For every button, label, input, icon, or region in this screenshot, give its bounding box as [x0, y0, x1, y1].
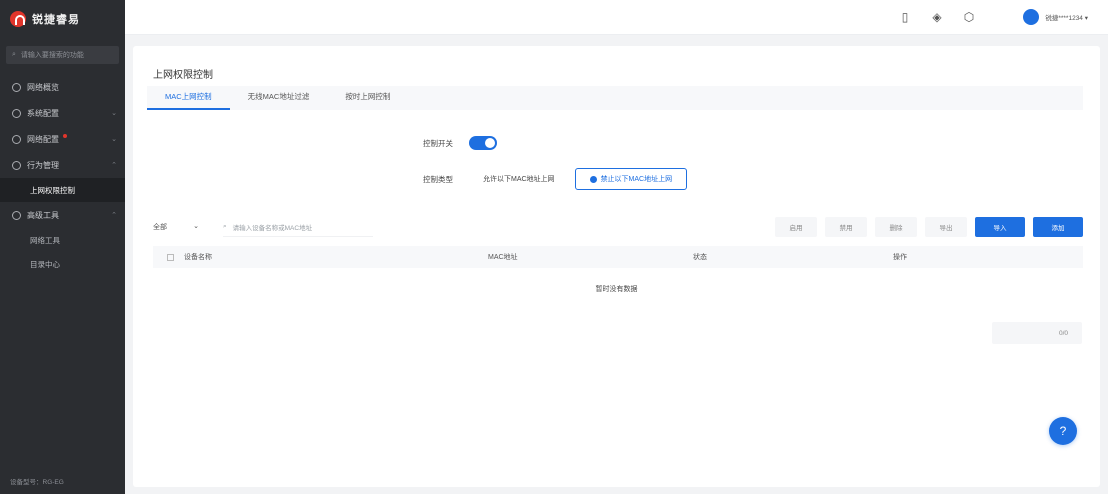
control-switch-toggle[interactable] [469, 136, 497, 150]
sidebar-subitem-directory[interactable]: 目录中心 [0, 252, 125, 276]
radio-selected-icon [589, 175, 597, 183]
sidebar-item-overview[interactable]: 网络概览 [0, 74, 125, 100]
user-menu[interactable]: 锐捷****1234 ▾ [1023, 9, 1088, 25]
topbar: ▯ ◈ ⬡ 锐捷****1234 ▾ [125, 0, 1108, 35]
empty-state-text: 暂时没有数据 [595, 286, 638, 293]
import-button[interactable]: 导入 [975, 217, 1025, 237]
sidebar-item-system[interactable]: 系统配置 ⌄ [0, 100, 125, 126]
brand-name: 锐捷睿易 [32, 14, 80, 26]
network-icon [12, 134, 21, 144]
search-icon: ⌕ [223, 222, 227, 230]
switch-row: 控制开关 [403, 136, 497, 150]
delete-button[interactable]: 删除 [875, 217, 917, 237]
filter-select[interactable]: 全部 ⌄ [153, 222, 203, 232]
sidebar-subitem-network-tools[interactable]: 网络工具 [0, 228, 125, 252]
select-all-checkbox[interactable] [167, 253, 174, 261]
switch-label: 控制开关 [423, 138, 453, 148]
filter-select-value: 全部 [153, 224, 167, 231]
sidebar-item-label: 网络配置 [27, 134, 59, 144]
sidebar: 锐捷睿易 ⌕ 请输入要搜索的功能 网络概览 系统配置 ⌄ 网络配置 ⌄ 行为管理… [0, 0, 125, 494]
avatar [1023, 9, 1040, 25]
add-button[interactable]: 添加 [1033, 217, 1083, 237]
gear-icon [12, 108, 21, 118]
shield-icon [12, 160, 21, 170]
pagination[interactable]: 0/0 [992, 322, 1082, 344]
tab-bar: MAC上网控制 无线MAC地址过滤 按时上网控制 [147, 86, 1083, 110]
sidebar-item-label: 网络概览 [27, 82, 59, 92]
enable-button[interactable]: 启用 [775, 217, 817, 237]
cube-icon[interactable]: ⬡ [962, 10, 976, 24]
help-icon: ? [1059, 424, 1067, 438]
sidebar-item-network[interactable]: 网络配置 ⌄ [0, 126, 125, 152]
sidebar-item-behavior[interactable]: 行为管理 ⌃ [0, 152, 125, 178]
col-status: 状态 [693, 254, 707, 261]
sidebar-search-placeholder: 请输入要搜索的功能 [20, 52, 84, 59]
tab-mac-control[interactable]: MAC上网控制 [147, 86, 230, 110]
search-placeholder: 请输入设备名称或MAC地址 [232, 224, 313, 232]
globe-icon [12, 82, 21, 92]
tab-wireless-mac-filter[interactable]: 无线MAC地址过滤 [230, 86, 328, 110]
chevron-down-icon: ⌄ [111, 136, 117, 143]
sidebar-item-label: 系统配置 [27, 108, 59, 118]
option-deny-label: 禁止以下MAC地址上网 [600, 176, 673, 183]
chevron-down-icon: ⌄ [193, 223, 199, 230]
main-card: 上网权限控制 MAC上网控制 无线MAC地址过滤 按时上网控制 控制开关 控制类… [133, 46, 1100, 487]
location-icon[interactable]: ◈ [930, 10, 944, 24]
sidebar-subitem-access-control[interactable]: 上网权限控制 [0, 178, 125, 202]
sidebar-item-label: 高级工具 [27, 210, 59, 220]
chevron-up-icon: ⌃ [111, 212, 117, 219]
topbar-icons: ▯ ◈ ⬡ [898, 10, 976, 24]
phone-icon[interactable]: ▯ [898, 10, 912, 24]
sidebar-item-tools[interactable]: 高级工具 ⌃ [0, 202, 125, 228]
toolbar-buttons: 启用 禁用 删除 导出 导入 添加 [775, 217, 1083, 237]
search-icon: ⌕ [12, 51, 16, 58]
chevron-down-icon: ⌄ [111, 110, 117, 117]
chevron-up-icon: ⌃ [111, 162, 117, 169]
brand[interactable]: 锐捷睿易 [0, 0, 125, 38]
table-toolbar: 全部 ⌄ ⌕ 请输入设备名称或MAC地址 启用 禁用 删除 导出 导入 添加 [153, 216, 1083, 238]
option-deny[interactable]: 禁止以下MAC地址上网 [574, 168, 688, 190]
disable-button[interactable]: 禁用 [825, 217, 867, 237]
col-mac: MAC地址 [488, 254, 518, 261]
col-actions: 操作 [893, 254, 907, 261]
tab-time-control[interactable]: 按时上网控制 [327, 86, 408, 110]
sidebar-item-label: 行为管理 [27, 160, 59, 170]
type-row: 控制类型 允许以下MAC地址上网 禁止以下MAC地址上网 [403, 168, 688, 190]
page-title: 上网权限控制 [153, 70, 213, 81]
export-button[interactable]: 导出 [925, 217, 967, 237]
device-model: 设备型号：RG-EG [10, 479, 64, 486]
sidebar-search-input[interactable]: ⌕ 请输入要搜索的功能 [6, 46, 119, 64]
table-header: 设备名称 MAC地址 状态 操作 [153, 246, 1083, 268]
type-label: 控制类型 [423, 174, 453, 184]
option-allow[interactable]: 允许以下MAC地址上网 [469, 168, 569, 190]
col-device-name: 设备名称 [184, 254, 212, 261]
brand-logo-icon [10, 11, 26, 27]
notification-dot [63, 134, 67, 138]
search-input[interactable]: ⌕ 请输入设备名称或MAC地址 [223, 217, 373, 237]
tool-icon [12, 210, 21, 220]
user-name: 锐捷****1234 ▾ [1045, 15, 1088, 22]
help-floating-button[interactable]: ? [1049, 417, 1077, 445]
